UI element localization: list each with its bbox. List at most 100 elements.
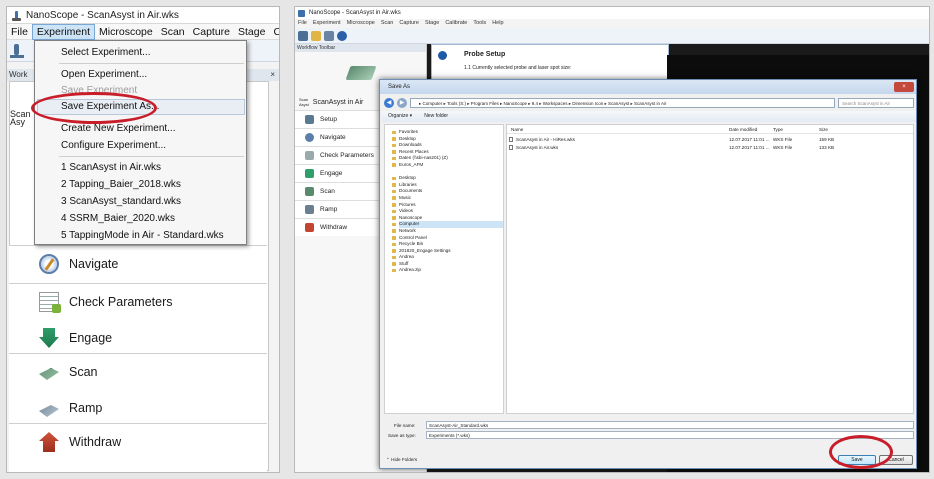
help-icon[interactable] bbox=[337, 30, 347, 41]
file-row[interactable]: ScanAsyst in Air.wks 12.07.2017 11:01 ..… bbox=[507, 144, 913, 151]
nanoscope-app-icon bbox=[11, 10, 22, 21]
nav-item[interactable]: Euros_AFM bbox=[392, 162, 503, 169]
right-screenshot: NanoScope - ScanAsyst in Air.wks File Ex… bbox=[294, 6, 930, 473]
engage-label: Engage bbox=[69, 331, 113, 345]
menu-stage[interactable]: Stage bbox=[234, 24, 269, 40]
file-date: 12.07.2017 11:01 ... bbox=[729, 137, 770, 142]
nav-item[interactable]: Network bbox=[392, 228, 503, 235]
nav-item[interactable]: Recent Places bbox=[392, 149, 503, 156]
menu-calibrate[interactable]: Calibrate bbox=[445, 19, 467, 28]
save-icon[interactable] bbox=[324, 30, 334, 41]
window-title: NanoScope - ScanAsyst in Air.wks bbox=[26, 9, 179, 21]
open-folder-icon[interactable] bbox=[311, 30, 321, 41]
withdraw-label: Withdraw bbox=[320, 224, 348, 231]
file-size: 159 KB bbox=[819, 137, 835, 142]
microscope-icon[interactable] bbox=[9, 43, 25, 59]
back-icon[interactable]: ◀ bbox=[384, 98, 394, 108]
hide-folders-toggle[interactable]: ⌃ Hide Folders bbox=[386, 457, 417, 463]
step-icon bbox=[438, 51, 447, 60]
microscope-icon[interactable] bbox=[298, 30, 308, 41]
dialog-title: Save As bbox=[388, 84, 411, 90]
nav-item[interactable]: Documents bbox=[392, 188, 503, 195]
ramp-button[interactable]: Ramp bbox=[9, 390, 267, 426]
nav-item[interactable]: Desktop bbox=[392, 136, 503, 143]
menu-item-create-new-experiment[interactable]: Create New Experiment... bbox=[61, 122, 176, 136]
withdraw-button[interactable]: Withdraw bbox=[9, 424, 267, 460]
navigate-button[interactable]: Navigate bbox=[9, 246, 267, 282]
check-parameters-label: Check Parameters bbox=[69, 295, 173, 309]
scan-button[interactable]: Scan bbox=[9, 354, 267, 390]
menu-capture[interactable]: Capture bbox=[189, 24, 234, 40]
menu-file[interactable]: File bbox=[298, 19, 307, 28]
file-icon bbox=[509, 145, 513, 150]
menu-item-recent-3[interactable]: 3 ScanAsyst_standard.wks bbox=[61, 195, 181, 209]
column-date[interactable]: Date modified bbox=[729, 127, 757, 132]
nav-item[interactable]: Downloads bbox=[392, 142, 503, 149]
nav-item[interactable]: Pictures bbox=[392, 202, 503, 209]
file-size: 133 KB bbox=[819, 145, 835, 150]
window-titlebar: NanoScope - ScanAsyst in Air.wks bbox=[7, 7, 279, 24]
logo-line-2: Asyst bbox=[299, 102, 309, 107]
column-size[interactable]: Size bbox=[819, 127, 828, 132]
ramp-icon bbox=[305, 205, 314, 214]
menu-bar: File Experiment Microscope Scan Capture … bbox=[295, 19, 929, 28]
menu-item-recent-5[interactable]: 5 TappingMode in Air - Standard.wks bbox=[61, 229, 224, 243]
nav-item[interactable]: Libraries bbox=[392, 182, 503, 189]
probe-setup-title: Probe Setup bbox=[464, 51, 506, 58]
nav-item[interactable]: Desktop bbox=[392, 175, 503, 182]
close-icon[interactable]: × bbox=[894, 82, 914, 92]
menu-item-open-experiment[interactable]: Open Experiment... bbox=[61, 68, 147, 82]
nav-item[interactable]: Daten (\\sbi-nas201) (Z) bbox=[392, 155, 503, 162]
column-type[interactable]: Type bbox=[773, 127, 783, 132]
forward-icon[interactable]: ▶ bbox=[397, 98, 407, 108]
menu-stage[interactable]: Stage bbox=[425, 19, 439, 28]
file-type: WKS File bbox=[773, 137, 793, 142]
nav-item[interactable]: Recycle Bin bbox=[392, 241, 503, 248]
menu-file[interactable]: File bbox=[7, 24, 32, 40]
engage-arrow-icon bbox=[305, 169, 314, 178]
hide-folders-label: Hide Folders bbox=[391, 457, 418, 462]
menu-tools[interactable]: Tools bbox=[473, 19, 486, 28]
menu-item-recent-2[interactable]: 2 Tapping_Baier_2018.wks bbox=[61, 178, 181, 192]
file-name: ScanAsyst in Air.wks bbox=[516, 145, 559, 150]
menu-microscope[interactable]: Microscope bbox=[95, 24, 157, 40]
menu-item-configure-experiment[interactable]: Configure Experiment... bbox=[61, 139, 166, 153]
menu-microscope[interactable]: Microscope bbox=[347, 19, 375, 28]
new-folder-button[interactable]: New folder bbox=[424, 111, 448, 122]
nav-item[interactable]: Videos bbox=[392, 208, 503, 215]
file-name-input[interactable]: ScanAsyst-Air_Standard.wks bbox=[426, 421, 914, 429]
nav-item[interactable]: Andrea.zip bbox=[392, 267, 503, 274]
nav-item-selected[interactable]: Computer bbox=[392, 221, 503, 228]
menu-experiment[interactable]: Experiment bbox=[313, 19, 341, 28]
menu-item-select-experiment[interactable]: Select Experiment... bbox=[61, 46, 150, 60]
engage-button[interactable]: Engage bbox=[9, 320, 267, 356]
nav-item[interactable]: Favorites bbox=[392, 129, 503, 136]
nav-item[interactable]: Music bbox=[392, 195, 503, 202]
nav-item[interactable]: Nanoscope bbox=[392, 215, 503, 222]
menu-scan[interactable]: Scan bbox=[157, 24, 189, 40]
menu-item-recent-1[interactable]: 1 ScanAsyst in Air.wks bbox=[61, 161, 161, 175]
menu-help[interactable]: Help bbox=[492, 19, 503, 28]
menu-scan[interactable]: Scan bbox=[381, 19, 394, 28]
organize-button[interactable]: Organize ▾ bbox=[388, 111, 412, 122]
menu-item-recent-4[interactable]: 4 SSRM_Baier_2020.wks bbox=[61, 212, 175, 226]
file-row[interactable]: ScanAsyst in Air - HiRes.wks 12.07.2017 … bbox=[507, 136, 913, 143]
nav-item[interactable]: Andrea bbox=[392, 254, 503, 261]
engage-arrow-icon bbox=[39, 328, 59, 348]
nav-item[interactable]: Stuff bbox=[392, 261, 503, 268]
navigate-section: Navigate bbox=[9, 245, 267, 285]
nav-item[interactable]: 201820_Engage Settings bbox=[392, 248, 503, 255]
checklist-icon bbox=[305, 151, 314, 160]
menu-separator bbox=[59, 156, 244, 157]
menu-calibrate[interactable]: Calibrate bbox=[269, 24, 279, 40]
close-icon[interactable]: × bbox=[270, 69, 275, 81]
ramp-label: Ramp bbox=[69, 401, 103, 415]
nav-item[interactable]: Control Panel bbox=[392, 235, 503, 242]
address-bar[interactable]: ▸ Computer ▸ Tools (S:) ▸ Program Files … bbox=[410, 98, 835, 108]
menu-capture[interactable]: Capture bbox=[399, 19, 419, 28]
column-name[interactable]: Name bbox=[511, 127, 523, 132]
search-input[interactable]: Search ScanAsyst in Air bbox=[838, 98, 914, 108]
menu-experiment[interactable]: Experiment bbox=[31, 23, 96, 40]
check-parameters-button[interactable]: Check Parameters bbox=[9, 284, 267, 320]
toolbar bbox=[295, 28, 929, 44]
